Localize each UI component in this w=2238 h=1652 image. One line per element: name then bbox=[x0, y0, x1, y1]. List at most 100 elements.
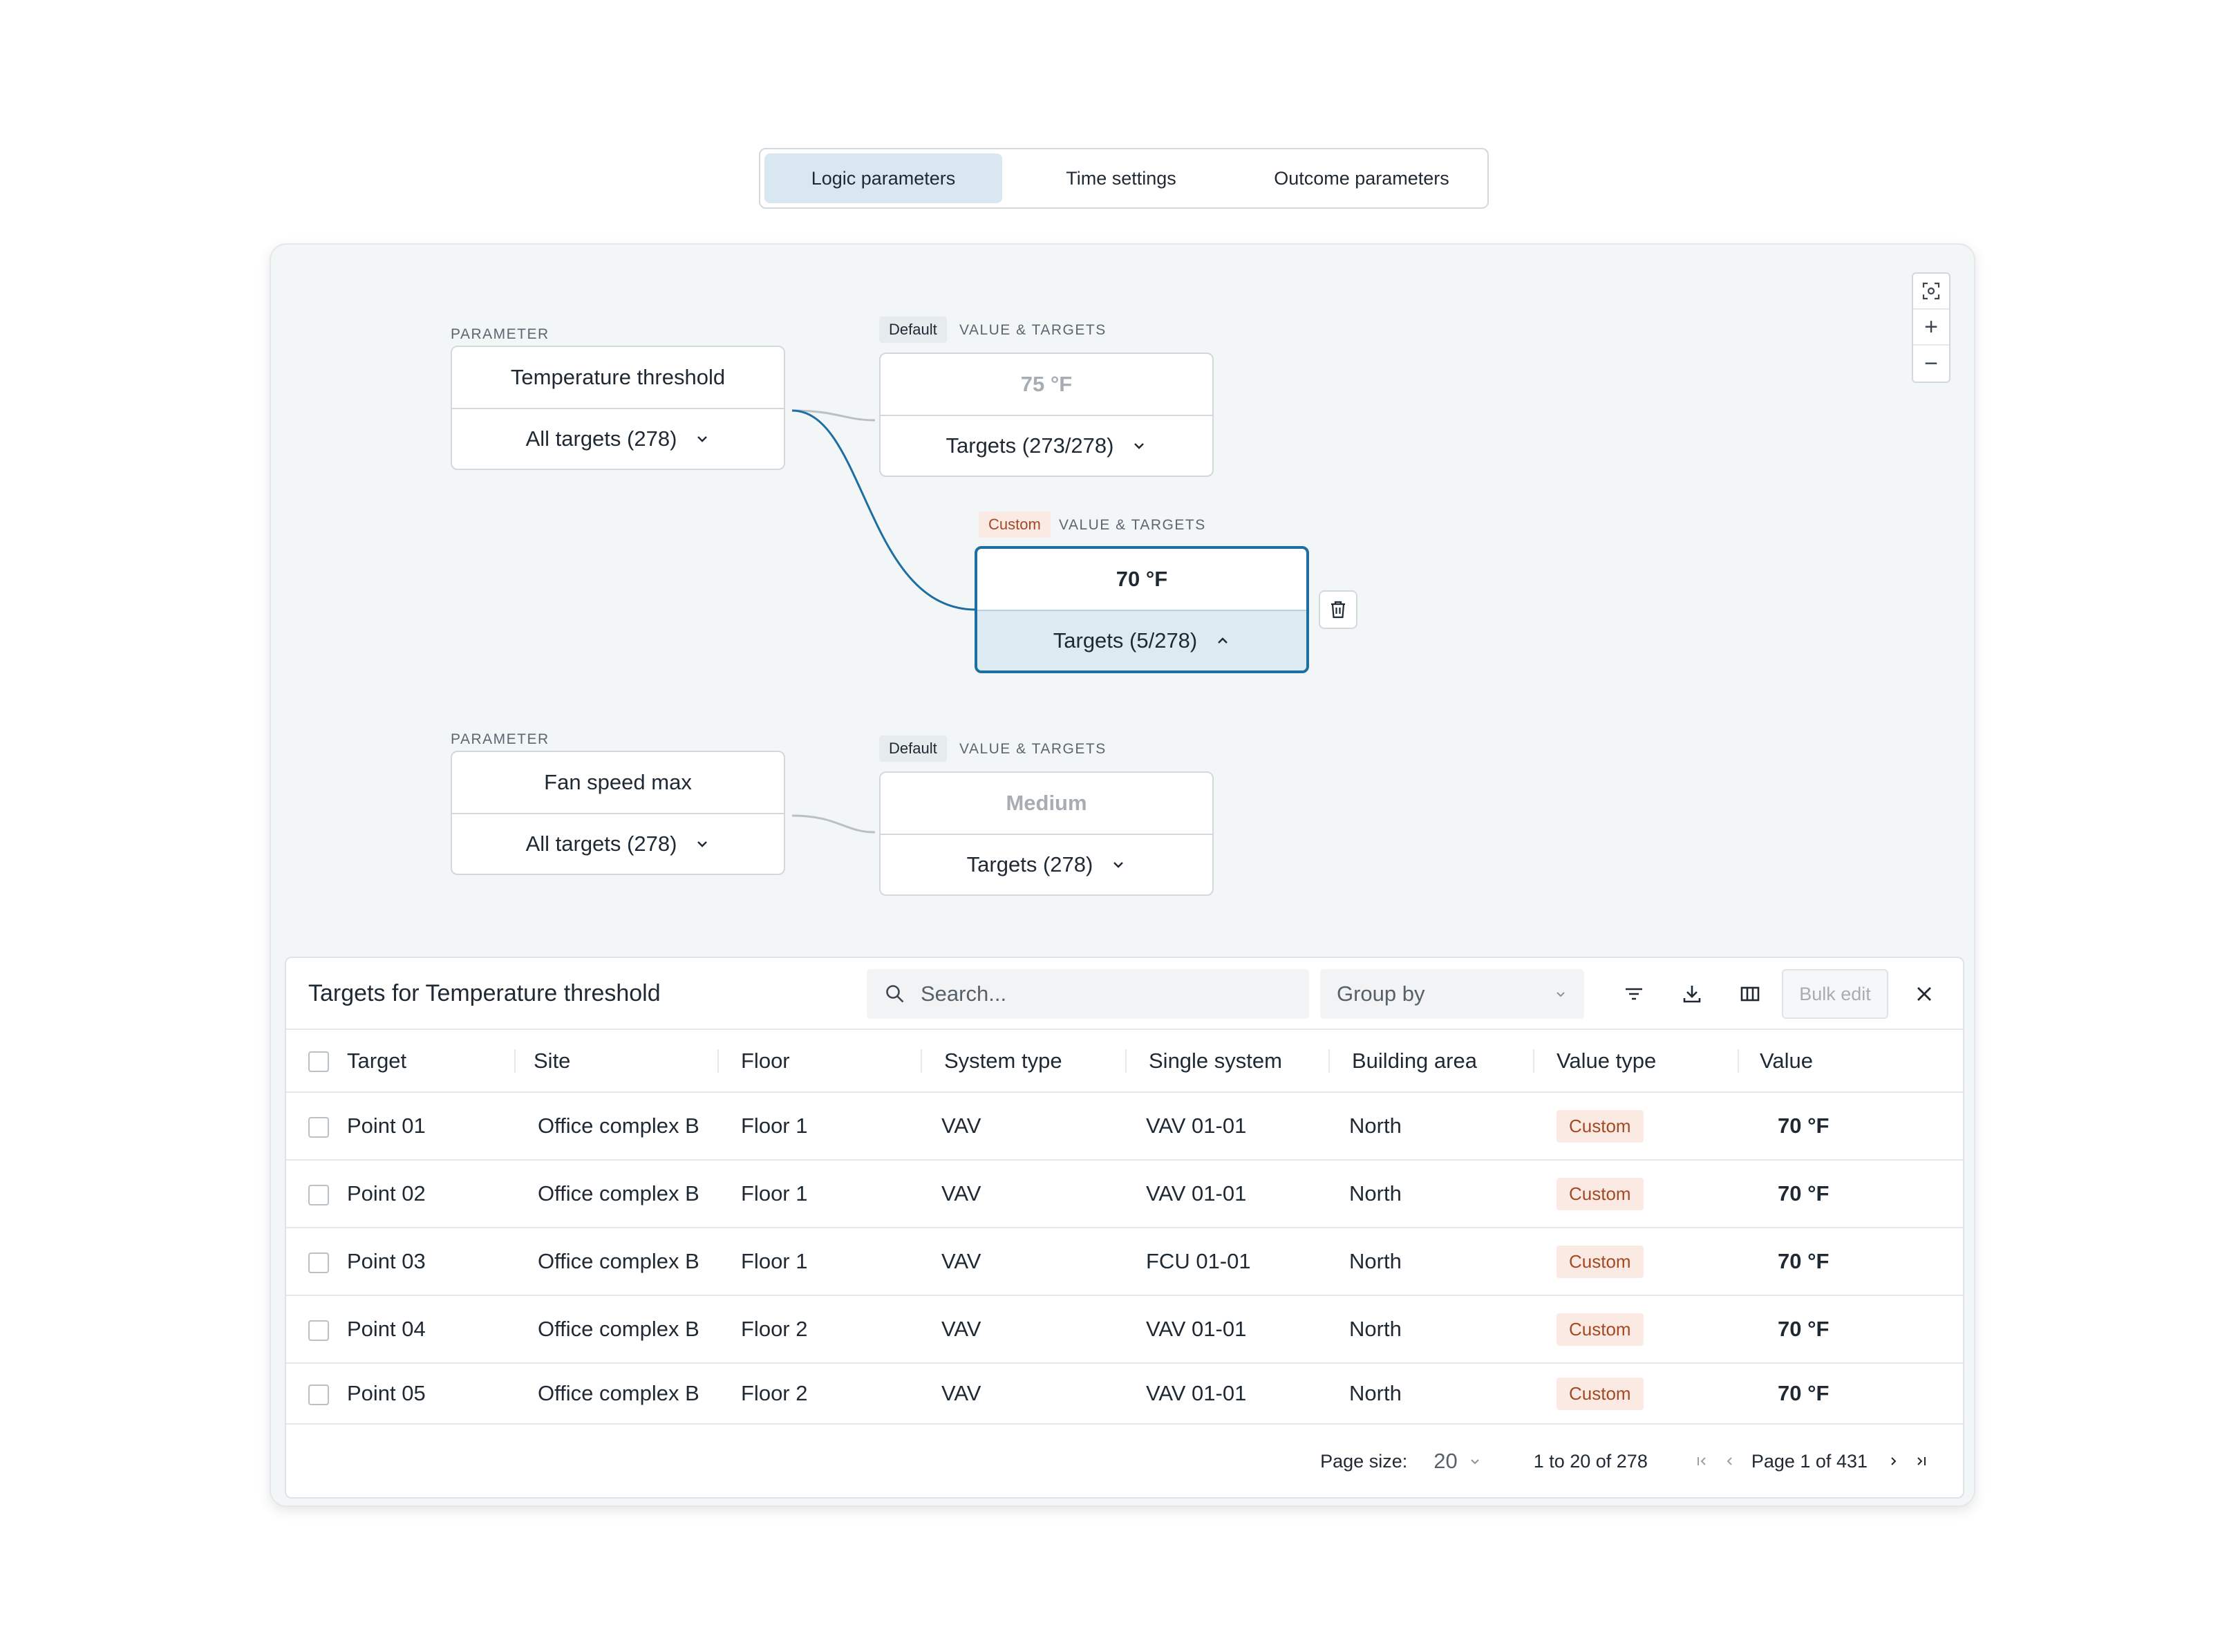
parameter-name: Temperature threshold bbox=[510, 365, 726, 389]
select-all-checkbox[interactable] bbox=[308, 1051, 329, 1073]
cell-floor: Floor 2 bbox=[719, 1363, 922, 1425]
previous-page-button[interactable] bbox=[1715, 1454, 1743, 1468]
trash-icon bbox=[1331, 601, 1345, 619]
tab-bar: Logic parameters Time settings Outcome p… bbox=[759, 148, 1489, 209]
page-size-select[interactable]: 20 bbox=[1433, 1449, 1480, 1474]
value-type-badge: Custom bbox=[1557, 1377, 1644, 1410]
cell-floor: Floor 1 bbox=[719, 1092, 922, 1161]
tab-outcome-parameters[interactable]: Outcome parameters bbox=[1240, 153, 1483, 203]
value-type-badge: Custom bbox=[1557, 1177, 1644, 1210]
parameter-node-fan-speed[interactable]: Fan speed max All targets (278) bbox=[451, 751, 785, 875]
value-targets-label: VALUE & TARGETS bbox=[959, 322, 1107, 338]
table-row[interactable]: Point 02 Office complex B Floor 1 VAV VA… bbox=[286, 1160, 1963, 1228]
bulk-edit-button[interactable]: Bulk edit bbox=[1782, 969, 1888, 1019]
column-header-value-type[interactable]: Value type bbox=[1534, 1030, 1739, 1093]
search-icon bbox=[886, 985, 904, 1003]
cell-single-system: VAV 01-01 bbox=[1127, 1092, 1330, 1161]
first-page-button[interactable] bbox=[1688, 1454, 1715, 1468]
default-value: 75 °F bbox=[1020, 372, 1073, 396]
tab-time-settings[interactable]: Time settings bbox=[1002, 153, 1240, 203]
row-checkbox[interactable] bbox=[308, 1252, 329, 1273]
value-targets-dropdown[interactable]: Targets (278) bbox=[881, 834, 1212, 894]
logic-canvas[interactable]: + − PARAMETER Temperature threshold All … bbox=[270, 243, 1975, 1507]
column-header-value[interactable]: Value bbox=[1739, 1030, 1963, 1093]
cell-single-system: FCU 01-01 bbox=[1127, 1228, 1330, 1296]
zoom-in-icon[interactable]: + bbox=[1913, 310, 1949, 346]
filter-button[interactable] bbox=[1615, 975, 1653, 1013]
search-box[interactable] bbox=[867, 969, 1309, 1019]
cell-system-type: VAV bbox=[922, 1228, 1127, 1296]
default-value: Medium bbox=[1006, 791, 1087, 815]
table-row[interactable]: Point 04 Office complex B Floor 2 VAV VA… bbox=[286, 1295, 1963, 1364]
cell-building-area: North bbox=[1330, 1092, 1534, 1161]
group-by-select[interactable]: Group by bbox=[1320, 969, 1584, 1019]
cell-floor: Floor 1 bbox=[719, 1228, 922, 1296]
value-type-badge: Custom bbox=[1557, 1109, 1644, 1143]
next-page-button[interactable] bbox=[1880, 1454, 1908, 1468]
row-checkbox[interactable] bbox=[308, 1320, 329, 1341]
value-targets-dropdown[interactable]: Targets (273/278) bbox=[881, 415, 1212, 476]
cell-value: 70 °F bbox=[1739, 1363, 1963, 1425]
cell-floor: Floor 1 bbox=[719, 1160, 922, 1228]
zoom-controls: + − bbox=[1912, 272, 1950, 383]
value-node-default[interactable]: 75 °F Targets (273/278) bbox=[879, 353, 1214, 477]
cell-value: 70 °F bbox=[1739, 1160, 1963, 1228]
table-row[interactable]: Point 03 Office complex B Floor 1 VAV FC… bbox=[286, 1228, 1963, 1296]
value-type-badge: Custom bbox=[1557, 1313, 1644, 1346]
close-button[interactable] bbox=[1905, 975, 1944, 1013]
close-icon bbox=[1917, 987, 1931, 1001]
parameter-node-temperature[interactable]: Temperature threshold All targets (278) bbox=[451, 346, 785, 470]
value-node-default[interactable]: Medium Targets (278) bbox=[879, 771, 1214, 896]
targets-label: Targets (5/278) bbox=[1053, 628, 1198, 653]
cell-target: Point 04 bbox=[347, 1317, 426, 1341]
cell-site: Office complex B bbox=[516, 1295, 719, 1364]
column-header-system-type[interactable]: System type bbox=[922, 1030, 1127, 1093]
cell-single-system: VAV 01-01 bbox=[1127, 1363, 1330, 1425]
chevron-down-icon bbox=[697, 436, 708, 442]
last-page-icon bbox=[1917, 1457, 1926, 1465]
cell-single-system: VAV 01-01 bbox=[1127, 1295, 1330, 1364]
row-checkbox[interactable] bbox=[308, 1184, 329, 1205]
last-page-button[interactable] bbox=[1908, 1454, 1935, 1468]
column-header-floor[interactable]: Floor bbox=[719, 1030, 922, 1093]
column-header-site[interactable]: Site bbox=[516, 1030, 719, 1093]
edge-fan-default bbox=[791, 814, 876, 834]
table-row[interactable]: Point 01 Office complex B Floor 1 VAV VA… bbox=[286, 1092, 1963, 1161]
cell-site: Office complex B bbox=[516, 1160, 719, 1228]
zoom-out-icon[interactable]: − bbox=[1913, 346, 1949, 382]
parameter-label: PARAMETER bbox=[451, 326, 549, 342]
parameter-targets-dropdown[interactable]: All targets (278) bbox=[452, 408, 784, 469]
column-header-building-area[interactable]: Building area bbox=[1330, 1030, 1534, 1093]
group-by-label: Group by bbox=[1337, 982, 1425, 1006]
chevron-right-icon bbox=[1891, 1457, 1897, 1465]
columns-button[interactable] bbox=[1731, 975, 1769, 1013]
cell-site: Office complex B bbox=[516, 1092, 719, 1161]
cell-site: Office complex B bbox=[516, 1363, 719, 1425]
page-navigation: Page 1 of 431 bbox=[1688, 1451, 1935, 1472]
chevron-down-icon bbox=[1470, 1459, 1479, 1465]
cell-single-system: VAV 01-01 bbox=[1127, 1160, 1330, 1228]
download-button[interactable] bbox=[1673, 975, 1711, 1013]
parameter-targets-dropdown[interactable]: All targets (278) bbox=[452, 813, 784, 874]
pagination-bar: Page size: 20 1 to 20 of 278 Page 1 of 4… bbox=[286, 1425, 1963, 1497]
chevron-down-icon bbox=[697, 841, 708, 847]
value-targets-dropdown[interactable]: Targets (5/278) bbox=[977, 610, 1306, 670]
row-checkbox[interactable] bbox=[308, 1116, 329, 1138]
cell-building-area: North bbox=[1330, 1228, 1534, 1296]
row-checkbox[interactable] bbox=[308, 1384, 329, 1405]
value-node-custom[interactable]: 70 °F Targets (5/278) bbox=[975, 546, 1309, 673]
column-header-single-system[interactable]: Single system bbox=[1127, 1030, 1330, 1093]
cell-value: 70 °F bbox=[1739, 1295, 1963, 1364]
default-tag: Default bbox=[879, 735, 947, 762]
column-header-target[interactable]: Target bbox=[286, 1030, 516, 1093]
search-input[interactable] bbox=[921, 982, 1280, 1006]
delete-button[interactable] bbox=[1319, 590, 1357, 629]
tab-logic-parameters[interactable]: Logic parameters bbox=[764, 153, 1002, 203]
chevron-left-icon bbox=[1727, 1457, 1732, 1465]
custom-value: 70 °F bbox=[1116, 567, 1168, 591]
cell-value: 70 °F bbox=[1739, 1228, 1963, 1296]
row-range: 1 to 20 of 278 bbox=[1533, 1450, 1648, 1472]
table-row[interactable]: Point 05 Office complex B Floor 2 VAV VA… bbox=[286, 1363, 1963, 1425]
page-size-label: Page size: bbox=[1320, 1450, 1408, 1472]
fit-view-icon[interactable] bbox=[1913, 274, 1949, 310]
